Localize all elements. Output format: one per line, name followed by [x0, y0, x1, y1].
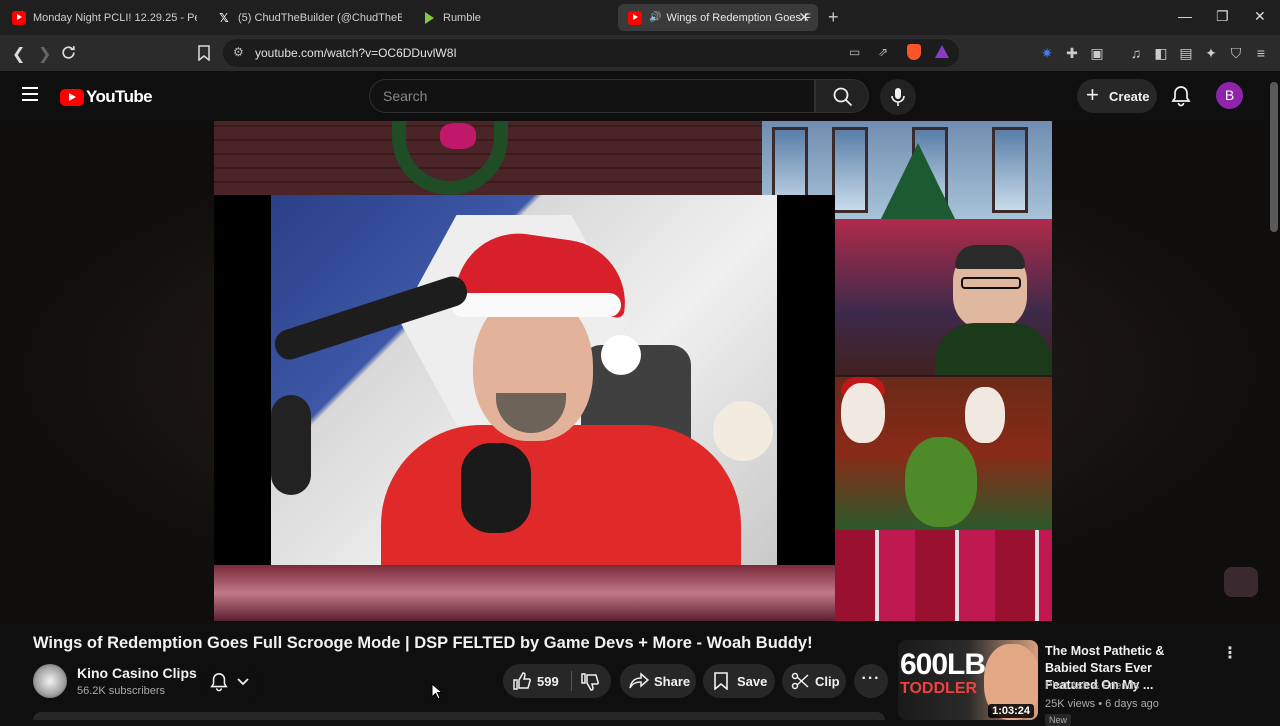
- rumble-icon: [425, 11, 434, 24]
- create-button[interactable]: + Create: [1077, 79, 1157, 113]
- gift-boxes: [835, 530, 1052, 621]
- search-input[interactable]: Search: [369, 79, 815, 113]
- close-window-icon[interactable]: ✕: [1254, 8, 1266, 25]
- recommended-thumbnail[interactable]: 600LB TODDLER 1:03:24: [898, 640, 1038, 720]
- x-icon: 𝕏: [219, 10, 229, 25]
- sidebar-icon[interactable]: ◧: [1153, 45, 1169, 61]
- more-actions-button[interactable]: ···: [854, 664, 888, 698]
- site-settings-icon[interactable]: ⚙: [233, 45, 244, 59]
- screenshot-icon[interactable]: ▣: [1089, 45, 1105, 61]
- channel-name[interactable]: Kino Casino Clips: [77, 665, 197, 681]
- new-badge: New: [1045, 714, 1072, 726]
- tab-title: Monday Night PCLI! 12.29.25 - Perry: [33, 11, 197, 24]
- account-avatar[interactable]: B: [1216, 82, 1243, 109]
- christmas-tree: [878, 143, 958, 225]
- save-label: Save: [737, 674, 768, 689]
- youtube-play-icon: [60, 88, 84, 106]
- main-webcam-feed: [271, 195, 777, 565]
- thumbnail-text-small: TODDLER: [900, 680, 978, 697]
- microphone-icon: [891, 88, 905, 106]
- save-button[interactable]: Save: [703, 664, 775, 698]
- wallet-icon[interactable]: ▤: [1178, 45, 1194, 61]
- tab-title: (5) ChudTheBuilder (@ChudTheBuilde: [238, 11, 402, 24]
- recommended-meta: 25K views • 6 days ago: [1045, 698, 1159, 710]
- cast-icon[interactable]: ▭: [849, 45, 860, 59]
- browser-tab-3[interactable]: Rumble: [422, 4, 602, 31]
- like-count[interactable]: 599: [537, 674, 559, 689]
- subscription-bell-button[interactable]: [203, 665, 263, 699]
- address-bar-row: ❮ ❯ ⚙ youtube.com/watch?v=OC6DDuvlW8I ▭ …: [0, 35, 1280, 71]
- plus-icon: +: [1086, 82, 1099, 107]
- video-player[interactable]: [0, 121, 1280, 621]
- recommended-channel[interactable]: Phat Ash & Friends: [1045, 680, 1139, 692]
- side-webcam-top: [835, 219, 1052, 375]
- forward-icon[interactable]: ❯: [38, 44, 51, 64]
- hamburger-menu-icon[interactable]: [22, 87, 38, 101]
- leo-ai-icon[interactable]: ✦: [1203, 45, 1219, 61]
- search-placeholder: Search: [383, 88, 428, 104]
- kebab-menu-icon[interactable]: ⋮: [1222, 643, 1238, 663]
- youtube-logo[interactable]: YouTube: [60, 87, 153, 107]
- bookmark-icon[interactable]: [197, 45, 211, 61]
- like-dislike-group: 599: [503, 664, 611, 698]
- share-icon: [629, 672, 649, 689]
- close-tab-icon[interactable]: ✕: [798, 9, 810, 26]
- scissors-icon: [791, 672, 809, 690]
- duration-badge: 1:03:24: [988, 704, 1034, 718]
- channel-avatar[interactable]: [33, 664, 67, 698]
- chevron-down-icon: [237, 678, 249, 686]
- description-box[interactable]: [33, 712, 885, 720]
- restore-icon[interactable]: ❐: [1216, 8, 1229, 25]
- share-page-icon[interactable]: ⇗: [878, 45, 888, 59]
- back-icon[interactable]: ❮: [12, 44, 25, 64]
- brave-rewards-icon[interactable]: [935, 45, 949, 58]
- music-icon[interactable]: ♫: [1128, 45, 1144, 61]
- save-bookmark-icon: [714, 672, 728, 690]
- youtube-wordmark: YouTube: [86, 87, 153, 106]
- channel-watermark-icon[interactable]: [1224, 567, 1258, 597]
- wreath-bow: [440, 123, 476, 149]
- vpn-icon[interactable]: ⛉: [1228, 45, 1244, 61]
- new-tab-icon[interactable]: +: [828, 7, 839, 28]
- clip-button[interactable]: Clip: [782, 664, 846, 698]
- mouse-cursor-icon: [431, 683, 443, 700]
- search-button[interactable]: [815, 79, 869, 113]
- side-webcam-bottom: [835, 377, 1052, 530]
- puzzle-icon[interactable]: ✚: [1064, 45, 1080, 61]
- browser-tab-active[interactable]: 🔊 Wings of Redemption Goes F ✕: [618, 4, 818, 31]
- thumbnail-text-big: 600LB: [900, 648, 986, 681]
- clip-label: Clip: [815, 674, 840, 689]
- browser-tab-2[interactable]: 𝕏 (5) ChudTheBuilder (@ChudTheBuilde: [217, 4, 402, 31]
- share-label: Share: [654, 674, 691, 689]
- speaker-icon: 🔊: [649, 12, 662, 23]
- video-title: Wings of Redemption Goes Full Scrooge Mo…: [33, 634, 813, 652]
- page-scrollbar[interactable]: [1270, 82, 1278, 232]
- brave-shield-icon[interactable]: [907, 44, 921, 60]
- youtube-header: YouTube Search + Create B: [0, 71, 1280, 121]
- search-icon: [833, 87, 853, 107]
- share-button[interactable]: Share: [620, 664, 696, 698]
- url-field[interactable]: ⚙ youtube.com/watch?v=OC6DDuvlW8I ▭ ⇗: [223, 39, 959, 67]
- tab-title: Wings of Redemption Goes F: [666, 11, 811, 24]
- like-divider: [571, 671, 572, 691]
- create-label: Create: [1109, 89, 1150, 104]
- voice-search-button[interactable]: [880, 79, 916, 115]
- youtube-icon: [628, 10, 642, 25]
- bell-icon: [210, 673, 228, 692]
- url-text: youtube.com/watch?v=OC6DDuvlW8I: [255, 46, 457, 60]
- extension-icon[interactable]: ✷: [1039, 45, 1055, 61]
- youtube-icon: [12, 10, 26, 25]
- notifications-bell-icon[interactable]: [1170, 85, 1192, 107]
- tab-title: Rumble: [443, 11, 481, 24]
- menu-icon[interactable]: ≡: [1253, 45, 1269, 61]
- reload-icon[interactable]: [60, 44, 77, 61]
- browser-tab-1[interactable]: Monday Night PCLI! 12.29.25 - Perry: [12, 4, 197, 31]
- thumbs-down-icon[interactable]: [581, 673, 599, 691]
- video-frame: [214, 121, 1052, 621]
- subscriber-count: 56.2K subscribers: [77, 685, 166, 697]
- thumbs-up-icon[interactable]: [513, 672, 531, 690]
- browser-tab-bar: Monday Night PCLI! 12.29.25 - Perry 𝕏 (5…: [0, 0, 1280, 35]
- minimize-icon[interactable]: —: [1178, 8, 1192, 24]
